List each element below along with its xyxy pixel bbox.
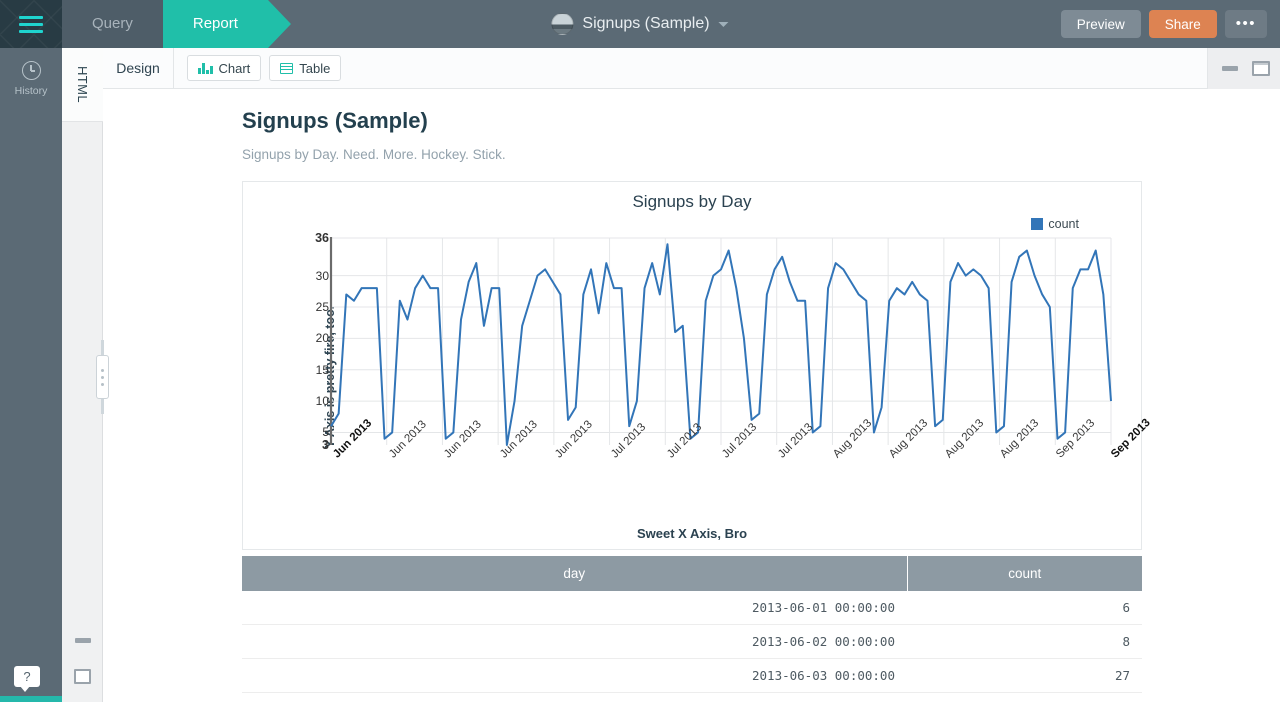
chevron-down-icon [718,21,729,27]
table-view-button[interactable]: Table [269,55,342,81]
minimize-icon [1222,66,1238,71]
tab-report[interactable]: Report [162,0,291,48]
app-root: Query Report Signups (Sample) Preview Sh… [0,0,1280,702]
cell-count: 27 [907,658,1142,693]
side-minimize-button[interactable] [62,622,103,658]
panel-splitter-handle[interactable] [96,355,109,399]
table-row: 2013-06-03 00:00:00 27 [242,658,1142,693]
cell-day: 2013-06-04 00:00:00 [242,692,907,702]
tab-design[interactable]: Design [103,60,173,76]
table-row: 2013-06-02 00:00:00 8 [242,624,1142,659]
help-button[interactable]: ? [14,666,40,692]
page-subtitle: Signups by Day. Need. More. Hockey. Stic… [242,147,506,162]
document-title-menu[interactable]: Signups (Sample) [551,0,729,48]
panel-restore-button[interactable] [1252,61,1270,76]
topbar-actions: Preview Share ••• [1060,0,1267,48]
page-title: Signups (Sample) [242,108,428,133]
minimize-icon [74,637,91,643]
more-options-button[interactable]: ••• [1224,10,1267,38]
chart-view-label: Chart [218,60,251,76]
table-body: 2013-06-01 00:00:00 6 2013-06-02 00:00:00 8… [242,591,1142,702]
hamburger-menu-button[interactable] [0,0,62,48]
table-view-label: Table [299,60,331,76]
bar-chart-icon [198,62,213,74]
cell-count: 8 [907,624,1142,659]
toolbar-divider [173,47,174,89]
rail-item-history-label: History [14,85,48,97]
y-axis-tick: 10 [315,394,329,409]
hamburger-icon [19,12,43,37]
side-panel-controls [62,622,103,694]
tab-report-label: Report [192,15,238,32]
legend-swatch-count [1031,218,1044,230]
chart-x-axis-label: Sweet X Axis, Bro [636,526,748,541]
results-table: day count 2013-06-01 00:00:00 6 2013-06-02… [242,556,1142,702]
side-tab-html-label: HTML [75,66,90,103]
legend-label-count: count [1048,217,1079,231]
column-header-day[interactable]: day [242,556,908,591]
y-axis-tick: 5 [322,425,329,440]
chart-x-axis-ticks: Jun 2013 Jun 2013 Jun 2013 Jun 2013 Jun 2013… [331,417,1153,512]
chart-plot-area [329,237,1112,446]
chart-title: Signups by Day [632,192,752,211]
y-axis-tick: 15 [315,362,329,377]
y-axis-tick: 3 [322,438,329,452]
rail-item-history[interactable]: History [0,48,62,97]
y-axis-tick: 30 [315,268,329,283]
cell-day: 2013-06-01 00:00:00 [242,591,907,625]
cell-count: 26 [907,692,1142,702]
help-button-label: ? [23,669,31,684]
top-bar: Query Report Signups (Sample) Preview Sh… [0,0,1280,48]
restore-window-icon [74,668,91,684]
table-row: 2013-06-04 00:00:0026 [242,692,1142,702]
tab-query[interactable]: Query [62,0,185,48]
y-axis-tick: 25 [315,300,329,314]
column-header-count[interactable]: count [907,556,1142,591]
y-axis-tick: 20 [315,331,329,346]
cell-day: 2013-06-03 00:00:00 [242,658,907,693]
main-nav-tabs: Query Report [62,0,291,48]
table-grid-icon [280,62,294,74]
document-title-text: Signups (Sample) [582,15,710,32]
restore-window-icon [1252,61,1270,76]
tab-query-label: Query [92,15,133,32]
bottom-accent-bar [0,696,62,702]
table-row: 2013-06-01 00:00:00 6 [242,591,1142,625]
clock-icon [21,61,41,80]
side-restore-button[interactable] [62,658,103,694]
share-button[interactable]: Share [1148,10,1217,38]
chart-card: Signups by Day count Y Axis is pretty fi… [242,181,1153,550]
panel-minimize-button[interactable] [1222,66,1238,71]
side-tab-html[interactable]: HTML [62,48,103,122]
cell-count: 6 [907,591,1142,625]
y-axis-tick: 36 [315,231,329,245]
preview-button[interactable]: Preview [1060,10,1141,38]
chart-y-axis-ticks: 3 5 10 15 20 25 30 36 [299,231,329,452]
report-content: Signups (Sample) Signups by Day. Need. M… [103,89,1280,702]
document-thumbnail-icon [551,13,574,35]
editor-toolbar: Design Chart Table [103,47,1280,89]
left-rail: History ? [0,48,62,702]
table-header-row: day count [242,556,1142,591]
chart-legend: count [1031,217,1079,231]
x-axis-tick: Sep 2013 [1109,416,1154,461]
chart-view-button[interactable]: Chart [187,55,262,81]
panel-controls [1207,48,1280,89]
cell-day: 2013-06-02 00:00:00 [242,624,907,659]
